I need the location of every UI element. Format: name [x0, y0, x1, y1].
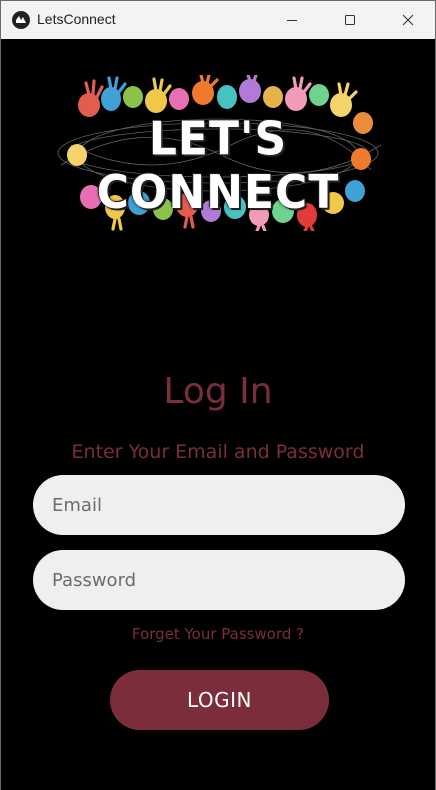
login-subheading: Enter Your Email and Password — [71, 441, 365, 463]
password-field[interactable] — [33, 550, 405, 610]
maximize-button[interactable] — [321, 1, 379, 39]
login-button[interactable]: LOGIN — [110, 670, 329, 730]
logo-wordmark: LET'S CONNECT — [96, 112, 340, 220]
title-bar[interactable]: LetsConnect — [1, 1, 435, 39]
maximize-icon — [345, 15, 355, 25]
forgot-password-link[interactable]: Forget Your Password ? — [1, 625, 435, 643]
close-icon — [402, 14, 414, 26]
app-window: LetsConnect LET'S CONNECT Log In Enter Y… — [0, 0, 436, 790]
lets-connect-logo: LET'S CONNECT — [51, 75, 385, 231]
email-field[interactable] — [33, 475, 405, 535]
minimize-button[interactable] — [263, 1, 321, 39]
app-logo-icon — [12, 11, 30, 29]
minimize-icon — [287, 20, 297, 21]
login-screen: LET'S CONNECT Log In Enter Your Email an… — [1, 39, 435, 790]
window-title: LetsConnect — [37, 11, 116, 27]
close-button[interactable] — [379, 1, 436, 39]
login-heading: Log In — [163, 371, 273, 412]
